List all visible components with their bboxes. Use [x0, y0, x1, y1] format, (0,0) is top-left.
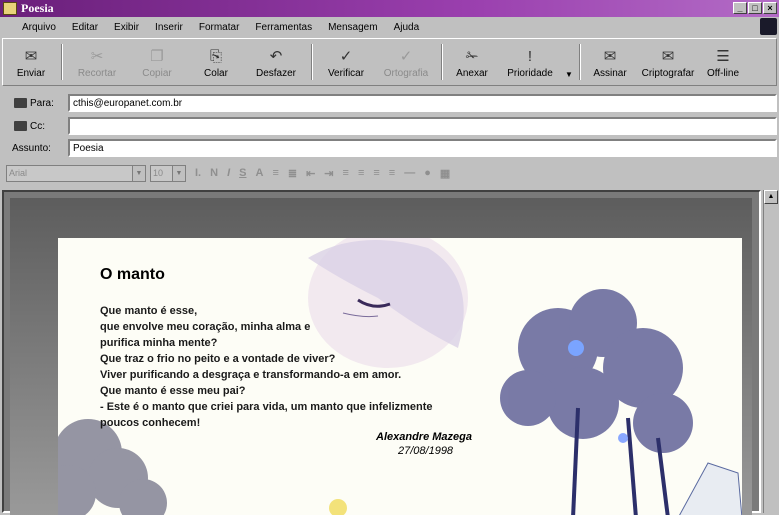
paste-icon: ⎘ — [209, 47, 222, 65]
encrypt-icon: ✉ — [661, 48, 675, 65]
bullets-icon[interactable]: ≣ — [288, 167, 297, 180]
align-left-icon[interactable]: ≡ — [343, 167, 349, 179]
subject-row: Assunto: Poesia — [2, 137, 777, 159]
formatting-toolbar: Arial ▼ 10 ▼ I. N I S A ≡ ≣ ⇤ ⇥ ≡ ≡ ≡ ≡ — … — [2, 160, 777, 186]
align-center-icon[interactable]: ≡ — [358, 167, 364, 179]
attach-icon: ✁ — [465, 48, 479, 65]
cut-icon: ✂ — [90, 48, 104, 65]
priority-button[interactable]: ! Prioridade — [497, 41, 563, 83]
poem-line: purifica minha mente? — [100, 337, 218, 349]
to-label[interactable]: Para: — [2, 98, 68, 109]
chevron-down-icon: ▼ — [565, 70, 573, 79]
attach-button[interactable]: ✁ Anexar — [447, 41, 497, 83]
menu-exibir[interactable]: Exibir — [114, 22, 139, 33]
style-icon[interactable]: I. — [195, 167, 201, 179]
cut-button[interactable]: ✂ Recortar — [67, 41, 127, 83]
undo-icon: ↶ — [269, 48, 283, 65]
close-button[interactable]: × — [763, 2, 777, 14]
menu-formatar[interactable]: Formatar — [199, 22, 240, 33]
poem-line: - Este é o manto que criei para vida, um… — [100, 401, 433, 413]
title-bar: Poesia _ □ × — [0, 0, 779, 17]
align-right-icon[interactable]: ≡ — [373, 167, 379, 179]
poem-line: Que manto é esse, — [100, 305, 198, 317]
address-book-icon — [14, 121, 27, 131]
check-names-icon: ✓ — [339, 48, 353, 65]
poem-title: O manto — [100, 266, 165, 283]
message-icon — [3, 2, 17, 15]
numbering-icon[interactable]: ≡ — [272, 167, 278, 179]
offline-icon: ☰ — [716, 48, 730, 65]
check-names-button[interactable]: ✓ Verificar — [317, 41, 375, 83]
decrease-indent-icon[interactable]: ⇤ — [306, 167, 315, 180]
vertical-scrollbar[interactable]: ▲ — [763, 190, 778, 513]
priority-icon: ! — [527, 47, 533, 65]
undo-button[interactable]: ↶ Desfazer — [245, 41, 307, 83]
horizontal-line-icon[interactable]: — — [404, 167, 415, 179]
justify-icon[interactable]: ≡ — [389, 167, 395, 179]
poem-line: que envolve meu coração, minha alma e — [100, 321, 311, 333]
copy-button[interactable]: ❐ Copiar — [127, 41, 187, 83]
signature-date: 27/08/1998 — [398, 445, 454, 457]
menu-inserir[interactable]: Inserir — [155, 22, 183, 33]
link-icon[interactable]: ● — [424, 167, 431, 179]
poem-line: poucos conhecem! — [100, 417, 201, 429]
poem-text: Que manto é esse, que envolve meu coraçã… — [100, 303, 433, 431]
encrypt-button[interactable]: ✉ Criptografar — [635, 41, 701, 83]
scroll-up-icon[interactable]: ▲ — [764, 190, 778, 204]
menu-editar[interactable]: Editar — [72, 22, 98, 33]
address-book-icon — [14, 98, 27, 108]
window-title: Poesia — [21, 1, 54, 15]
underline-icon[interactable]: S — [239, 167, 246, 179]
send-button[interactable]: ✉ Enviar — [5, 41, 57, 83]
spelling-button[interactable]: ✓ Ortografia — [375, 41, 437, 83]
copy-icon: ❐ — [150, 48, 164, 65]
bold-icon[interactable]: N — [210, 167, 218, 179]
chevron-down-icon: ▼ — [132, 165, 145, 181]
to-field[interactable]: cthis@europanet.com.br — [68, 94, 777, 112]
subject-label: Assunto: — [12, 142, 51, 154]
spelling-icon: ✓ — [399, 48, 413, 65]
menu-arquivo[interactable]: Arquivo — [22, 22, 56, 33]
sign-button[interactable]: ✉ Assinar — [585, 41, 635, 83]
menu-bar: Arquivo Editar Exibir Inserir Formatar F… — [0, 17, 779, 37]
poem-line: Que traz o frio no peito e a vontade de … — [100, 353, 336, 365]
cc-label[interactable]: Cc: — [2, 121, 68, 132]
message-body-area: O manto Que manto é esse, que envolve me… — [2, 190, 761, 515]
font-select[interactable]: Arial ▼ — [6, 164, 146, 182]
message-body[interactable]: O manto Que manto é esse, que envolve me… — [58, 238, 742, 515]
font-color-icon[interactable]: A — [255, 167, 263, 179]
menu-mensagem[interactable]: Mensagem — [328, 22, 377, 33]
chevron-down-icon: ▼ — [172, 165, 185, 181]
increase-indent-icon[interactable]: ⇥ — [324, 167, 333, 180]
image-icon[interactable]: ▦ — [440, 167, 450, 180]
cc-row: Cc: — [2, 115, 777, 137]
sign-icon: ✉ — [603, 48, 617, 65]
poem-line: Que manto é esse meu pai? — [100, 385, 246, 397]
offline-button[interactable]: ☰ Off-line — [701, 41, 745, 83]
maximize-button[interactable]: □ — [748, 2, 762, 14]
poem-line: Viver purificando a desgraça e transform… — [100, 369, 402, 381]
priority-dropdown-button[interactable]: ▼ — [563, 41, 575, 83]
font-size-select[interactable]: 10 ▼ — [150, 164, 186, 182]
send-icon: ✉ — [24, 48, 38, 65]
italic-icon[interactable]: I — [227, 167, 230, 179]
signature-name: Alexandre Mazega — [376, 431, 472, 443]
menu-ferramentas[interactable]: Ferramentas — [255, 22, 312, 33]
cc-field[interactable] — [68, 117, 777, 135]
toolbar: ✉ Enviar ✂ Recortar ❐ Copiar ⎘ Colar ↶ Desfaz… — [2, 38, 777, 86]
to-row: Para: cthis@europanet.com.br — [2, 92, 777, 114]
paste-button[interactable]: ⎘ Colar — [187, 41, 245, 83]
minimize-button[interactable]: _ — [733, 2, 747, 14]
subject-field[interactable]: Poesia — [68, 139, 777, 157]
menu-ajuda[interactable]: Ajuda — [394, 22, 420, 33]
windows-logo-icon — [760, 18, 777, 35]
